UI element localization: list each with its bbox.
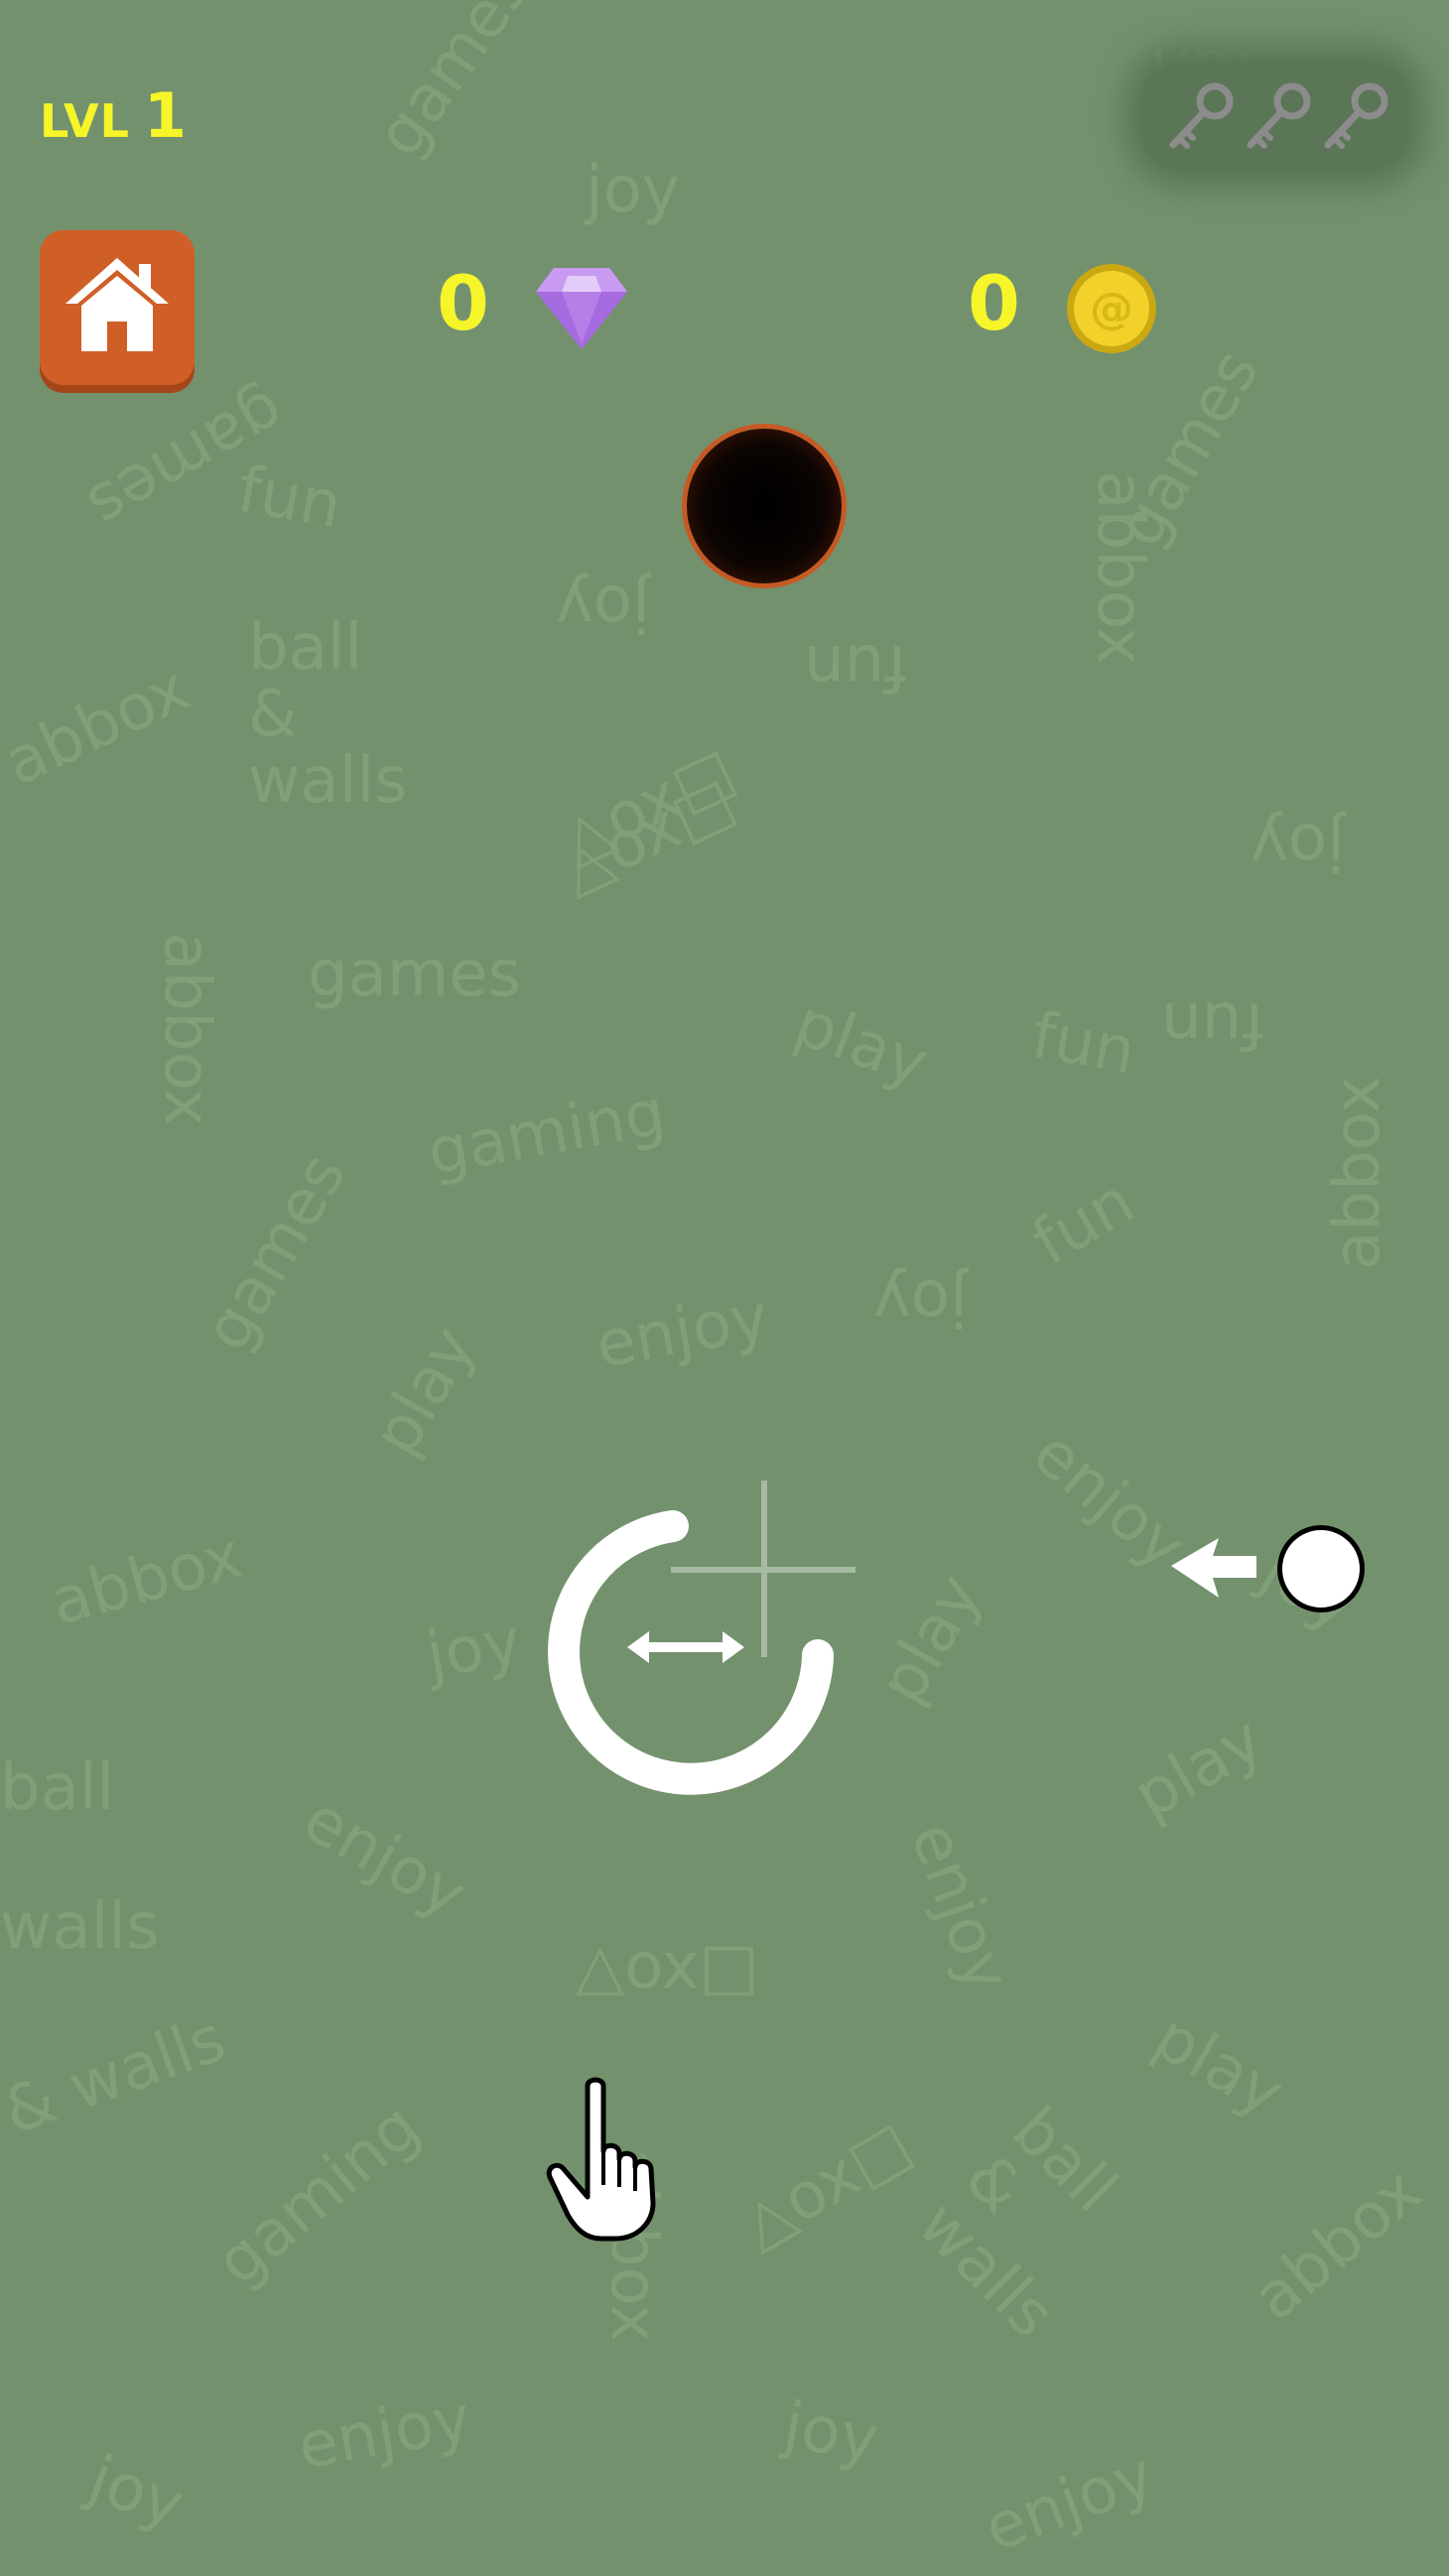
keys-panel — [1141, 62, 1409, 171]
background-word: fun — [1020, 1165, 1147, 1280]
background-word: games — [308, 938, 521, 1011]
background-word: joy — [421, 1605, 527, 1694]
rotate-swipe-icon — [548, 1510, 834, 1795]
key-icon — [1247, 82, 1311, 149]
background-word: abbox — [1320, 1076, 1394, 1270]
coin-icon: @ — [1067, 264, 1156, 353]
background-word: abbox — [1240, 2153, 1436, 2336]
background-word: abbox — [0, 652, 201, 801]
house-icon — [66, 258, 169, 351]
background-word: enjoy — [590, 1280, 774, 1383]
background-word: enjoy — [895, 1813, 1025, 2001]
background-word: play — [1121, 1703, 1275, 1834]
goal-hole — [687, 429, 842, 583]
background-word: & walls — [0, 2001, 235, 2150]
background-word: abbox — [1082, 470, 1156, 665]
left-arrow-icon — [1171, 1538, 1256, 1598]
background-word: fun — [1026, 998, 1141, 1090]
background-word: joy — [79, 2442, 194, 2543]
background-word: joy — [586, 154, 680, 227]
background-word: ball & walls — [903, 2093, 1131, 2353]
diamond-icon — [536, 268, 627, 349]
level-number: 1 — [143, 79, 189, 152]
background-word: gaming — [202, 2090, 434, 2300]
background-word: ball & walls — [248, 611, 408, 819]
background-word: joy — [873, 1265, 968, 1339]
background-word: abbox — [43, 1518, 250, 1641]
background-word: walls — [0, 1890, 160, 1964]
svg-text:@: @ — [1090, 284, 1133, 334]
background-word: fun — [804, 630, 907, 704]
home-button[interactable] — [40, 230, 195, 385]
level-label: LVL — [40, 94, 130, 148]
background-word: △ox□ — [576, 1930, 759, 2003]
background-word: gaming — [422, 1076, 671, 1191]
background-word: games — [190, 1141, 361, 1363]
level-indicator: LVL 1 — [40, 79, 188, 152]
background-word: play — [864, 1562, 996, 1717]
background-word: fun — [1161, 987, 1264, 1061]
background-word: joy — [556, 571, 650, 644]
background-word: games — [362, 0, 546, 171]
key-icon — [1169, 82, 1234, 149]
diamond-count: 0 — [437, 259, 489, 347]
background-word: enjoy — [291, 1782, 478, 1933]
background-word-pattern: games joy fun ball & walls abbox △ox□ games pla… — [0, 0, 1449, 2576]
key-icon — [1324, 82, 1388, 149]
background-word: joy — [1251, 809, 1345, 882]
background-word: play — [358, 1314, 490, 1469]
background-word: joy — [778, 2388, 884, 2478]
background-word: play — [1141, 2000, 1295, 2131]
pointing-hand-icon — [546, 2077, 656, 2242]
background-word: ball — [0, 1751, 115, 1825]
coin-count: 0 — [968, 259, 1020, 347]
background-word: play — [785, 986, 938, 1101]
game-screen[interactable]: games joy fun ball & walls abbox △ox□ games pla… — [0, 0, 1449, 2576]
background-word: abbox — [149, 932, 223, 1126]
background-word: △ox□ — [727, 2107, 924, 2263]
player-ball[interactable] — [1277, 1525, 1365, 1612]
background-word: enjoy — [292, 2382, 476, 2485]
background-word: enjoy — [975, 2438, 1164, 2567]
background-word: fun — [232, 452, 347, 544]
